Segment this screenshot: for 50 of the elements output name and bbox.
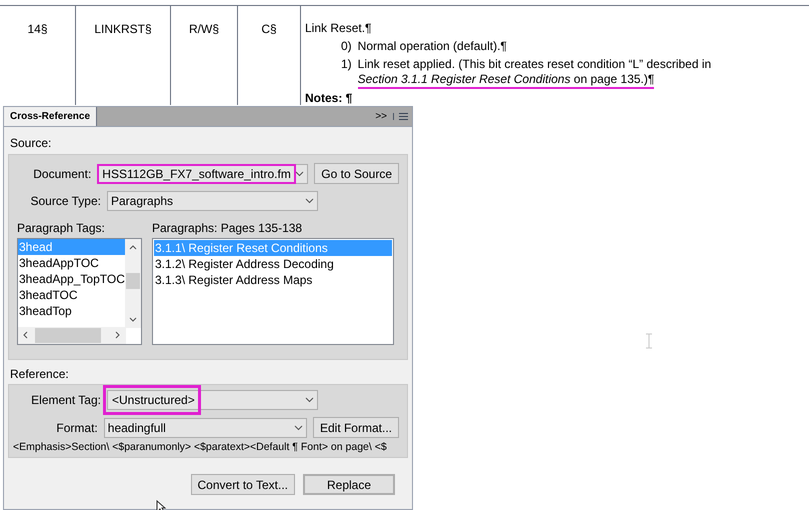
table-cell-text: C§ (261, 21, 277, 36)
chevron-down-icon (294, 424, 303, 430)
button[interactable]: Go to Source (314, 163, 399, 184)
scrollbar[interactable] (18, 327, 126, 344)
field-label: Format: (55, 420, 98, 436)
list-item[interactable]: 3headTop (18, 303, 126, 319)
text-cursor-icon (645, 333, 653, 349)
list-text: Section 3.1.1 Register Reset Conditions on page 135.)¶ (358, 72, 654, 89)
list-item[interactable]: 3headAppTOC (18, 255, 126, 271)
menu-icon[interactable] (393, 113, 408, 120)
field-label: Source Type: (30, 193, 101, 210)
notes-label: Notes: ¶ (305, 91, 352, 106)
chevron-down-icon[interactable] (129, 317, 137, 322)
chevron-down-icon (305, 198, 314, 204)
section-label: Source: (10, 136, 52, 150)
list-item[interactable]: 3.1.2\ Register Address Decoding (154, 256, 392, 272)
list-item[interactable]: 3.1.3\ Register Address Maps (154, 272, 392, 288)
list-text: Link reset applied. (This bit creates reset condition “L” described in (358, 57, 712, 72)
list-number: 0) (341, 39, 352, 54)
chevron-up-icon[interactable] (129, 245, 137, 250)
chevron-down-icon (305, 397, 314, 403)
section-label: Reference: (10, 367, 69, 381)
chevron-down-icon (295, 170, 304, 176)
field-label: Element Tag: (30, 392, 101, 409)
scrollbar-thumb[interactable] (126, 273, 140, 289)
button[interactable]: Replace (303, 474, 395, 495)
button[interactable]: Edit Format... (312, 417, 399, 438)
list-text: Normal operation (default).¶ (358, 39, 507, 54)
chevron-left-icon[interactable] (23, 331, 28, 339)
list-item[interactable]: 3headApp_TopTOC (18, 271, 126, 287)
dropdown[interactable]: <Unstructured> (107, 390, 318, 410)
list-number: 1) (341, 57, 352, 73)
dropdown[interactable]: Paragraphs (107, 191, 318, 211)
panel-tab[interactable]: Cross-Reference (4, 107, 98, 126)
list-item[interactable]: 3headTOC (18, 287, 126, 303)
scrollbar-thumb[interactable] (35, 328, 101, 343)
format-definition: <Emphasis>Section\ <$paranumonly> <$paratext><Default ¶ Font> on page\ <$ (13, 440, 387, 454)
table-cell-text: LINKRST§ (94, 21, 152, 36)
table-cell-text: 14§ (27, 21, 48, 36)
pointer-cursor-icon (156, 500, 166, 510)
list-label: Paragraph Tags: (17, 221, 105, 235)
cell-title: Link Reset.¶ (305, 20, 372, 36)
field-label: Document: (32, 166, 92, 182)
list-label: Paragraphs: Pages 135-138 (152, 221, 302, 235)
scrollbar[interactable] (125, 239, 141, 328)
overflow-button[interactable]: >> (375, 109, 387, 124)
button[interactable]: Convert to Text... (190, 474, 295, 495)
table-cell-text: R/W§ (189, 21, 219, 36)
chevron-right-icon[interactable] (115, 331, 120, 339)
dropdown[interactable]: headingfull (104, 418, 307, 438)
